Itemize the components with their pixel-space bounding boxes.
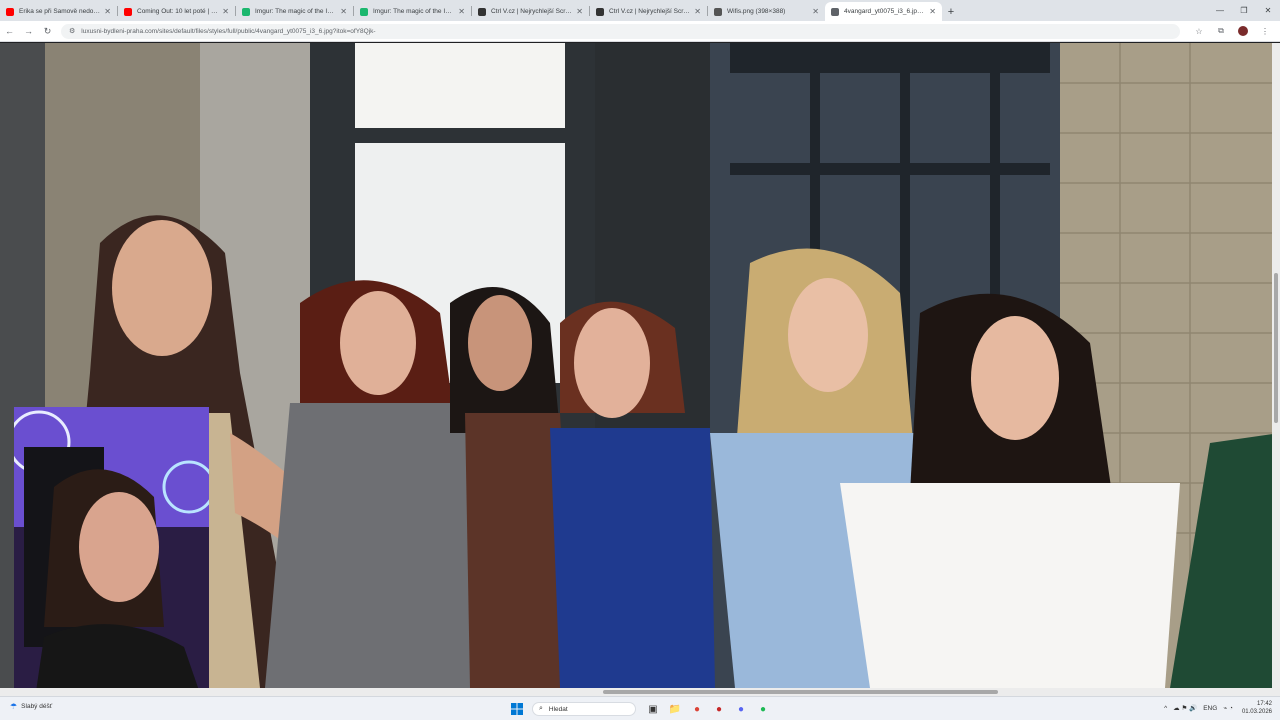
taskbar-app-discord-icon[interactable]: ● [730, 700, 752, 718]
tab-title: Ctrl V.cz | Nejrychlejší ScreenSh [609, 8, 691, 15]
tab-close-icon[interactable]: ✕ [576, 7, 583, 16]
search-icon: ⌕ [539, 705, 543, 712]
browser-toolbar: ← → ↻ ⚙ luxusni-bydleni-praha.com/sites/… [0, 21, 1280, 42]
tab-favicon-icon [831, 7, 839, 16]
browser-tab[interactable]: Ctrl V.cz | Nejrychlejší ScreenSh✕ [472, 2, 589, 21]
browser-menu-icon[interactable]: ⋮ [1254, 27, 1276, 36]
maximize-button[interactable]: ❐ [1232, 0, 1256, 21]
taskbar-app-task-view-icon[interactable]: ▣ [642, 700, 664, 718]
tab-close-icon[interactable]: ✕ [222, 7, 229, 16]
site-info-icon[interactable]: ⚙ [69, 27, 75, 35]
tab-favicon-icon [714, 7, 722, 16]
browser-tab[interactable]: Erika se při Samově nedostala ✕ [0, 2, 117, 21]
tab-close-icon[interactable]: ✕ [694, 7, 701, 16]
back-button[interactable]: ← [0, 21, 19, 42]
extensions-icon[interactable]: ⧉ [1210, 26, 1232, 36]
os-taskbar: ☂ Slabý déšť ⌕ Hledat ▣ 📁 ● ● ● ● ^ ☁ ⚑ 🔊 ENG… [0, 696, 1280, 720]
clock-time: 17:42 [1256, 701, 1272, 707]
tab-title: Imgur: The magic of the Internet [373, 8, 455, 15]
browser-tab[interactable]: 4vangard_yt0075_i3_6.jpg (80 ✕ [825, 2, 942, 21]
bookmark-star-icon[interactable]: ☆ [1188, 27, 1210, 36]
profile-avatar[interactable] [1232, 26, 1254, 36]
browser-tab[interactable]: Wifis.png (398×388) ✕ [708, 2, 825, 21]
tab-title: Wifis.png (398×388) [727, 8, 786, 15]
new-tab-button[interactable]: + [942, 2, 960, 21]
vertical-scrollbar[interactable] [1272, 43, 1280, 688]
search-placeholder: Hledat [548, 705, 568, 713]
browser-tab[interactable]: Ctrl V.cz | Nejrychlejší ScreenSh✕ [590, 2, 707, 21]
windows-logo-icon [511, 703, 523, 715]
taskbar-app-spotify-icon[interactable]: ● [752, 700, 774, 718]
weather-rain-icon: ☂ [10, 702, 18, 711]
tab-favicon-icon [360, 7, 368, 16]
weather-text: Slabý déšť [21, 703, 53, 710]
tray-status-icons[interactable]: ⌁ ◔ [1223, 704, 1233, 712]
taskbar-app-file-explorer-icon[interactable]: 📁 [664, 700, 686, 718]
clock[interactable]: 17:42 01.03.2026 [1242, 700, 1272, 716]
horizontal-scroll-thumb[interactable] [603, 690, 998, 694]
tab-strip: Erika se při Samově nedostala ✕ Coming Out… [0, 0, 1280, 21]
weather-widget[interactable]: ☂ Slabý déšť [10, 702, 52, 711]
tab-favicon-icon [6, 7, 14, 16]
tab-title: Erika se při Samově nedostala [19, 8, 101, 15]
tab-favicon-icon [242, 7, 250, 16]
taskbar-search[interactable]: ⌕ Hledat [532, 702, 636, 716]
webcam-overlay [14, 407, 209, 705]
browser-tab[interactable]: Imgur: The magic of the Internet✕ [236, 2, 353, 21]
clock-date: 01.03.2026 [1241, 709, 1272, 715]
tab-close-icon[interactable]: ✕ [929, 7, 936, 16]
close-window-button[interactable]: ✕ [1256, 0, 1280, 21]
tab-favicon-icon [124, 7, 132, 16]
horizontal-scrollbar[interactable] [0, 688, 1280, 696]
language-indicator[interactable]: ENG [1203, 705, 1217, 712]
tab-close-icon[interactable]: ✕ [104, 7, 111, 16]
browser-tab[interactable]: Coming Out: 10 let poté | KOVY ✕ [118, 2, 235, 21]
tab-title: Coming Out: 10 let poté | KOVY [137, 8, 218, 15]
browser-tab[interactable]: Imgur: The magic of the Internet✕ [354, 2, 471, 21]
tab-title: Ctrl V.cz | Nejrychlejší ScreenSh [491, 8, 573, 15]
tab-favicon-icon [478, 7, 486, 16]
tab-favicon-icon [596, 7, 604, 16]
tray-icons[interactable]: ☁ ⚑ 🔊 [1173, 704, 1197, 712]
minimize-button[interactable]: — [1208, 0, 1232, 21]
tab-close-icon[interactable]: ✕ [458, 7, 465, 16]
vertical-scroll-thumb[interactable] [1274, 273, 1278, 423]
forward-button[interactable]: → [19, 21, 38, 42]
url-text: luxusni-bydleni-praha.com/sites/default/… [81, 27, 376, 35]
taskbar-app-app-red-icon[interactable]: ● [708, 700, 730, 718]
window-controls: — ❐ ✕ [1208, 0, 1280, 21]
reload-button[interactable]: ↻ [38, 21, 57, 42]
system-tray: ^ ☁ ⚑ 🔊 ENG ⌁ ◔ 17:42 01.03.2026 [1161, 700, 1272, 716]
address-bar[interactable]: ⚙ luxusni-bydleni-praha.com/sites/defaul… [61, 23, 1180, 39]
tab-title: Imgur: The magic of the Internet [255, 8, 337, 15]
taskbar-app-chrome-icon[interactable]: ● [686, 700, 708, 718]
tab-close-icon[interactable]: ✕ [340, 7, 347, 16]
tab-title: 4vangard_yt0075_i3_6.jpg (80 [844, 8, 926, 15]
tab-close-icon[interactable]: ✕ [812, 7, 819, 16]
tray-overflow-chevron-icon[interactable]: ^ [1164, 705, 1167, 712]
start-button[interactable] [508, 700, 526, 718]
